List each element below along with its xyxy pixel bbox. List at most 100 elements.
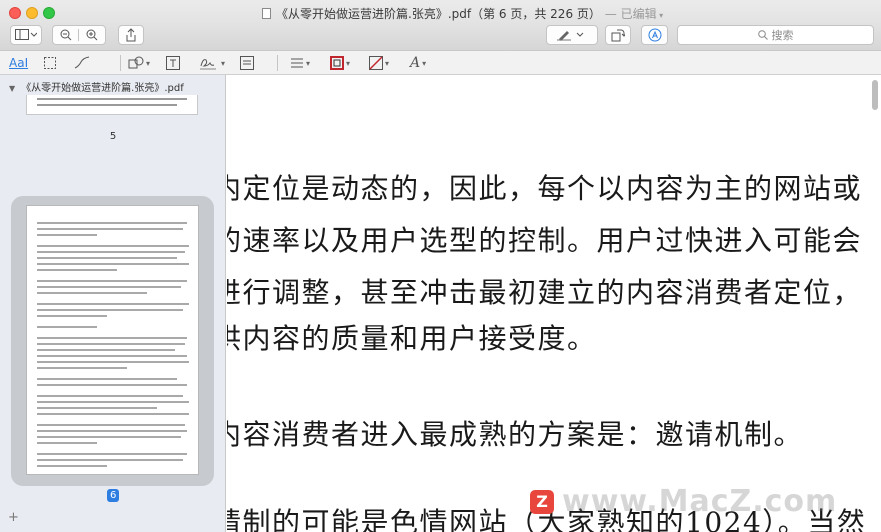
title-pages: （第 6 页，共 226 页）: [471, 7, 601, 21]
thumb-line: [37, 453, 187, 455]
page-thumbnail-5[interactable]: [26, 95, 198, 115]
thumb-line: [37, 401, 189, 403]
zoom-out-icon: [60, 29, 71, 41]
note-tool[interactable]: [240, 54, 254, 72]
thumb-line: [37, 292, 147, 294]
text-style-icon: A: [410, 55, 421, 71]
watermark-logo: Z: [530, 489, 554, 514]
thumb-line: [37, 361, 189, 363]
search-placeholder: 搜索: [771, 29, 794, 42]
zoom-buttons: [52, 25, 106, 45]
rect-selection-tool[interactable]: [44, 54, 56, 72]
thumb-line: [37, 337, 187, 339]
watermark: Z www.MacZ.com: [530, 484, 837, 519]
line-style-icon: [291, 58, 303, 68]
thumb-line: [37, 228, 183, 230]
text-box-tool[interactable]: [166, 54, 180, 72]
thumb-line: [37, 424, 185, 426]
thumb-line: [37, 442, 97, 444]
text-selection-tool[interactable]: AaI: [9, 54, 28, 72]
search-field[interactable]: 搜索: [677, 25, 874, 45]
share-icon: [126, 28, 136, 42]
markup-toolbar-button[interactable]: [546, 25, 598, 45]
zoom-out-button[interactable]: [53, 29, 80, 41]
fill-color-tool[interactable]: ▾: [369, 54, 389, 72]
line-style-chevron-icon: ▾: [306, 58, 311, 68]
thumb-line: [37, 465, 107, 467]
thumb-line: [37, 407, 157, 409]
title-filename: 《从零开始做运营进阶篇.张亮》.pdf: [276, 7, 472, 21]
thumb-line: [37, 326, 97, 328]
title-edited-status: 已编辑: [620, 7, 657, 21]
add-page-button[interactable]: +: [8, 510, 19, 525]
sketch-tool[interactable]: [74, 54, 90, 72]
minimize-button[interactable]: [26, 7, 38, 19]
signature-tool[interactable]: ▾: [199, 54, 225, 72]
rotate-button[interactable]: [605, 25, 631, 45]
maximize-button[interactable]: [43, 7, 55, 19]
text-style-chevron-icon: ▾: [422, 58, 427, 68]
title-separator: —: [604, 7, 617, 21]
thumb-line: [37, 269, 117, 271]
close-button[interactable]: [9, 7, 21, 19]
line-style-tool[interactable]: ▾: [290, 54, 310, 72]
note-icon: [240, 56, 254, 70]
title-status-chevron-icon[interactable]: ▾: [657, 11, 663, 20]
thumb-line: [37, 459, 183, 461]
search-icon: [757, 30, 768, 40]
disclosure-triangle-icon[interactable]: ▼: [9, 84, 15, 93]
thumb-line: [37, 104, 177, 106]
toolbar: 搜索: [0, 25, 881, 50]
shapes-tool[interactable]: ▾: [128, 54, 150, 72]
markup-divider: [120, 55, 121, 71]
preview-window: 《从零开始做运营进阶篇.张亮》.pdf（第 6 页，共 226 页） — 已编辑…: [0, 0, 881, 532]
thumbnail-sidebar: ▼ 《从零开始做运营进阶篇.张亮》.pdf 5 6 +: [0, 75, 226, 532]
zoom-in-button[interactable]: [79, 29, 105, 41]
border-color-tool[interactable]: ▾: [330, 54, 350, 72]
rotate-icon: [611, 29, 625, 42]
vertical-scrollbar[interactable]: [872, 80, 878, 110]
document-icon: [262, 8, 271, 19]
thumb-line: [37, 349, 175, 351]
thumb-line: [37, 245, 189, 247]
thumb-line: [37, 343, 185, 345]
border-color-chevron-icon: ▾: [346, 58, 351, 68]
thumb-line: [37, 413, 189, 415]
document-text-line: 进行调整，甚至冲击最初建立的内容消费者定位，: [227, 276, 863, 309]
text-box-icon: [166, 56, 180, 70]
document-text-line: 的速率以及用户选型的控制。用户过快进入可能会: [227, 224, 863, 257]
page-number-5: 5: [109, 131, 117, 142]
thumb-line: [37, 378, 177, 380]
page-thumbnail-6[interactable]: [26, 205, 199, 475]
border-color-icon: [330, 56, 344, 70]
text-style-tool[interactable]: A ▾: [410, 54, 426, 72]
thumb-line: [37, 384, 187, 386]
thumb-line: [37, 355, 187, 357]
document-text-line: 内定位是动态的，因此，每个以内容为主的网站或: [227, 172, 863, 205]
shapes-chevron-icon: ▾: [146, 58, 151, 68]
thumb-line: [37, 315, 107, 317]
sidebar-document-header[interactable]: ▼ 《从零开始做运营进阶篇.张亮》.pdf: [9, 79, 184, 94]
sidebar-view-icon: [15, 29, 37, 40]
signature-chevron-icon: ▾: [221, 58, 226, 68]
sidebar-view-button[interactable]: [10, 25, 42, 45]
signature-icon: [200, 59, 216, 70]
thumb-line: [37, 263, 189, 265]
thumb-line: [37, 367, 127, 369]
thumb-line: [37, 234, 97, 236]
thumb-line: [37, 309, 183, 311]
page-number-6: 6: [107, 489, 120, 502]
thumb-line: [37, 286, 181, 288]
thumb-line: [37, 251, 185, 253]
annotate-button[interactable]: [641, 25, 668, 45]
thumb-line: [37, 280, 187, 282]
markup-circle-icon: [648, 28, 661, 42]
shapes-icon: [128, 56, 144, 69]
share-button[interactable]: [118, 25, 144, 45]
document-view[interactable]: 内定位是动态的，因此，每个以内容为主的网站或 的速率以及用户选型的控制。用户过快…: [227, 75, 881, 532]
title-bar: 《从零开始做运营进阶篇.张亮》.pdf（第 6 页，共 226 页） — 已编辑…: [0, 0, 881, 25]
document-text-line: 内容消费者进入最成熟的方案是：邀请机制。: [227, 418, 804, 451]
thumb-line: [37, 257, 177, 259]
zoom-in-icon: [86, 29, 98, 41]
markup-divider-2: [277, 55, 278, 71]
